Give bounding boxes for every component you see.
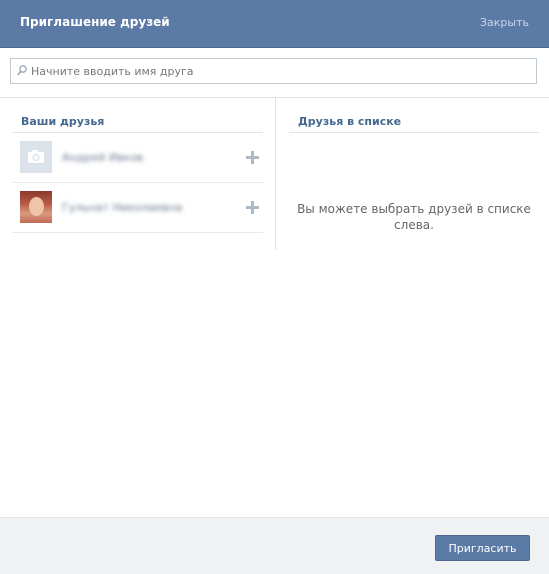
search-bar — [0, 48, 549, 98]
search-input[interactable] — [31, 62, 526, 80]
friends-heading: Ваши друзья — [12, 111, 263, 133]
selected-column: Друзья в списке Вы можете выбрать друзей… — [289, 111, 539, 232]
column-divider — [275, 98, 276, 250]
selected-heading: Друзья в списке — [289, 111, 539, 133]
search-box[interactable] — [10, 58, 537, 84]
close-link[interactable]: Закрыть — [480, 16, 529, 29]
camera-icon — [28, 150, 44, 163]
friend-item[interactable]: Гульнат Николаевна — [12, 183, 263, 233]
dialog-footer: Пригласить — [0, 517, 549, 574]
avatar — [20, 141, 52, 173]
invite-button[interactable]: Пригласить — [435, 535, 530, 561]
add-friend-icon[interactable] — [246, 151, 259, 164]
dialog-title: Приглашение друзей — [20, 15, 170, 29]
friend-name: Андрей Ивков — [62, 151, 144, 164]
profile-photo — [29, 197, 44, 216]
friend-name: Гульнат Николаевна — [62, 201, 183, 214]
add-friend-icon[interactable] — [246, 201, 259, 214]
friends-column: Ваши друзья Андрей Ивков Гульнат Николае… — [12, 111, 263, 233]
avatar — [20, 191, 52, 223]
empty-message: Вы можете выбрать друзей в списке слева. — [297, 202, 531, 232]
dialog-header: Приглашение друзей Закрыть — [0, 0, 549, 48]
search-icon — [17, 65, 27, 76]
friend-item[interactable]: Андрей Ивков — [12, 133, 263, 183]
